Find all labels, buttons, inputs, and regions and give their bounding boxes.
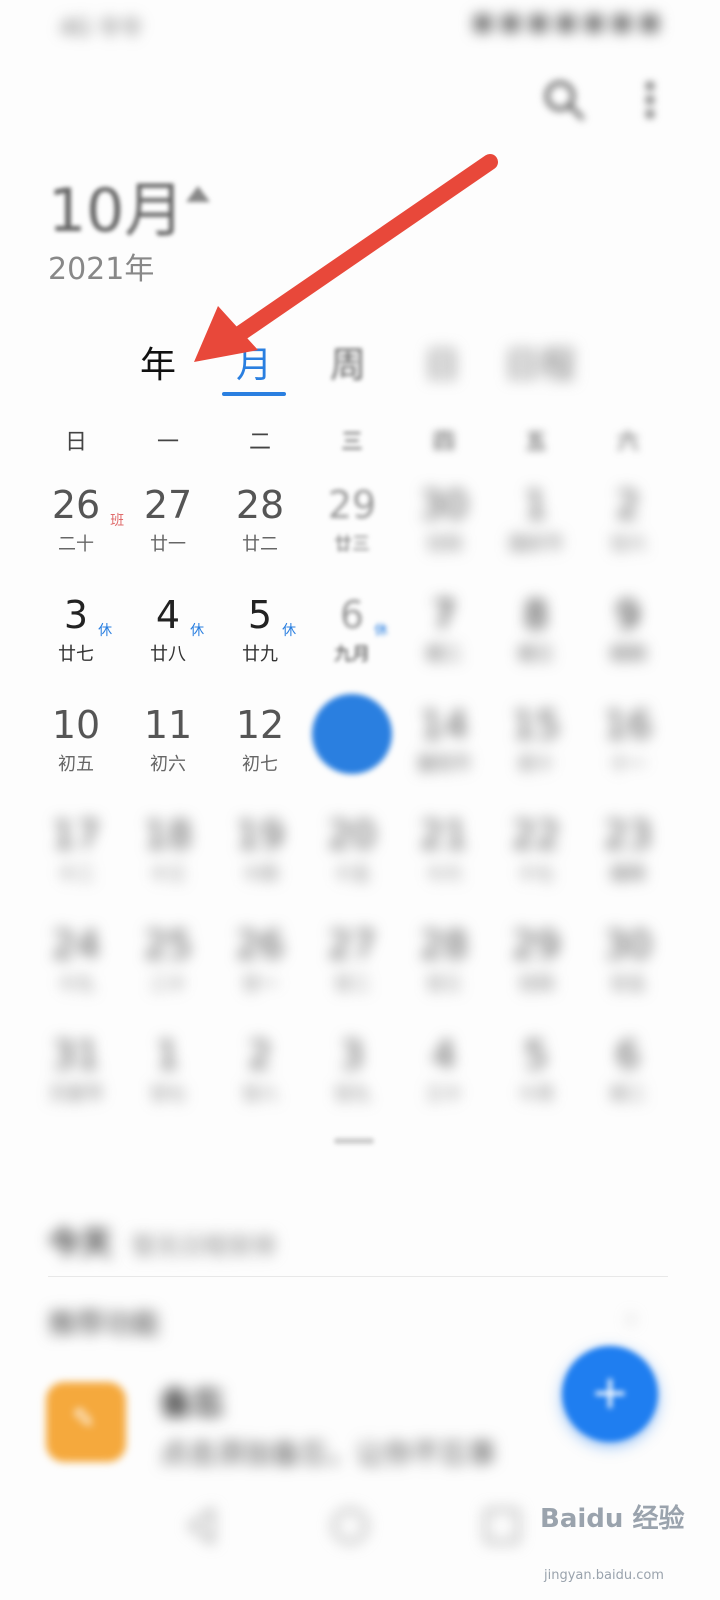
annotation-arrow xyxy=(194,154,498,362)
